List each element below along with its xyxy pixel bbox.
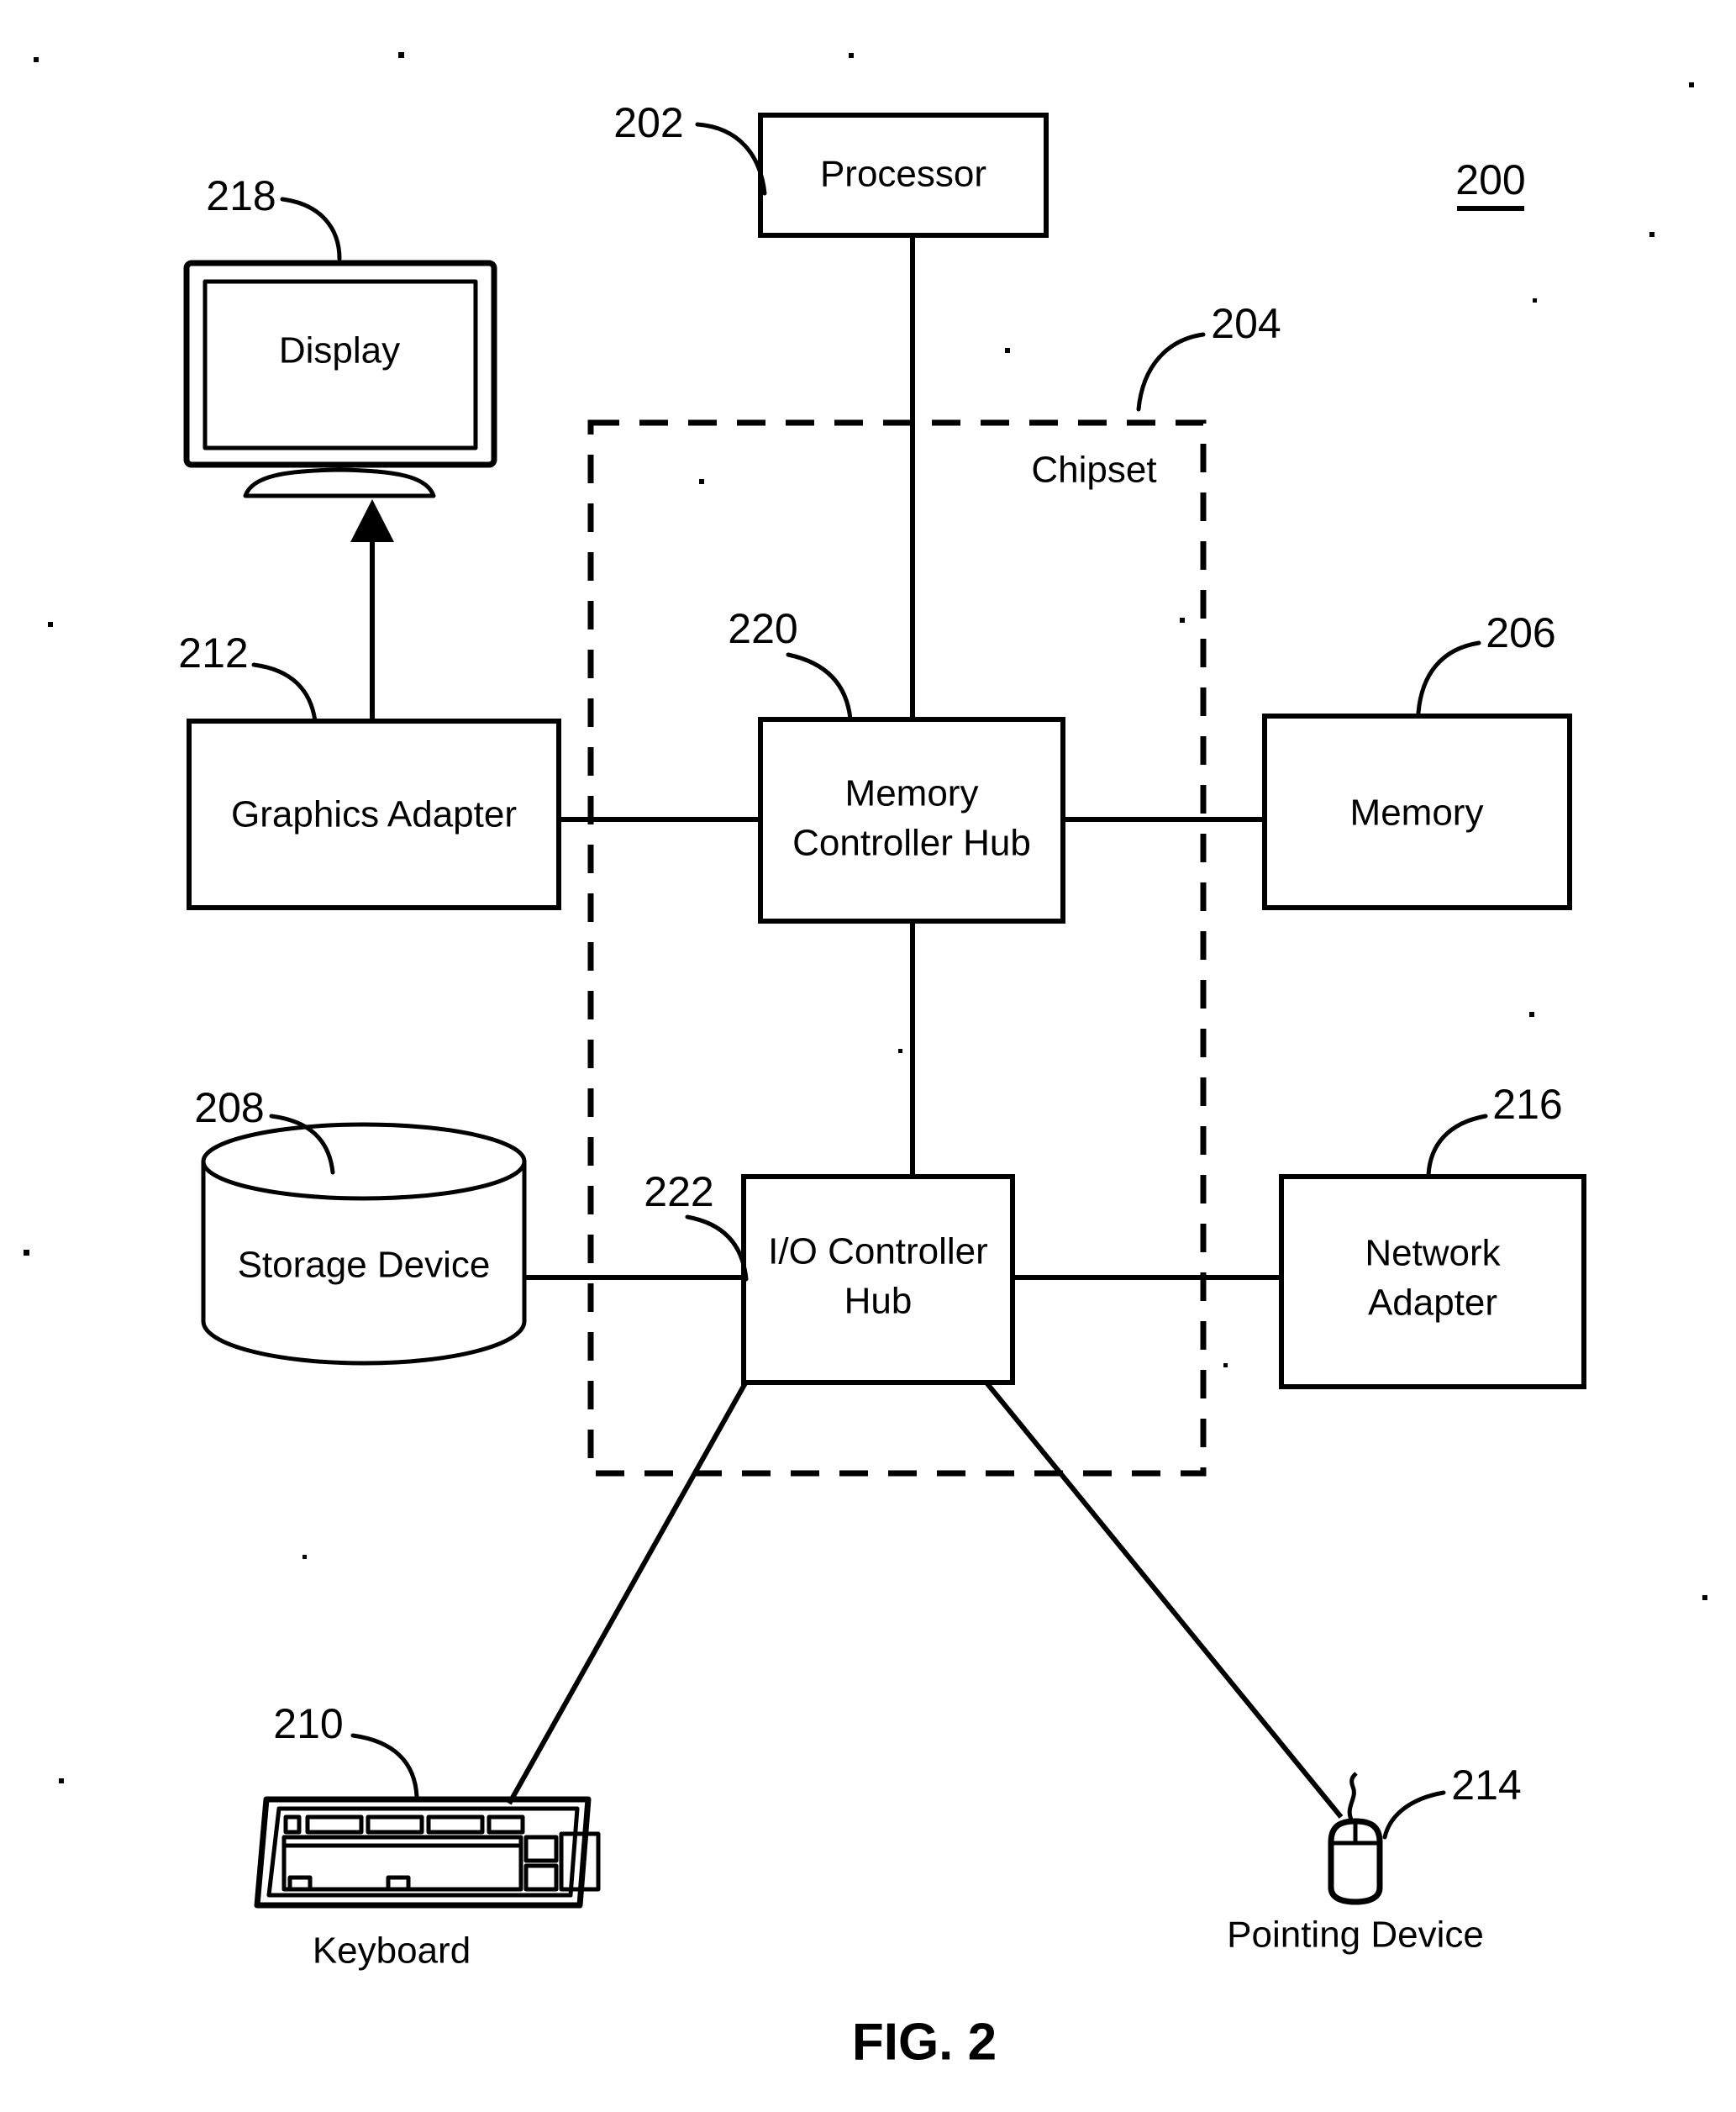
memory-label: Memory [1350, 793, 1484, 834]
block-storage-device[interactable]: Storage Device [201, 1122, 527, 1366]
memory-controller-hub-label-line2: Controller Hub [792, 823, 1031, 864]
keyboard-function-row [283, 1814, 525, 1835]
block-display[interactable]: Display [183, 260, 497, 498]
ref-210-group: 210 [273, 1700, 419, 1799]
io-controller-hub-label-line1: I/O Controller [768, 1231, 988, 1272]
ref-202-group: 202 [613, 99, 767, 196]
block-keyboard[interactable]: Keyboard [254, 1796, 601, 1972]
ref-218-group: 218 [206, 172, 342, 261]
network-adapter-label-line1: Network [1365, 1233, 1501, 1274]
ref-200: 200 [1455, 156, 1525, 203]
ref-222-group: 222 [644, 1168, 749, 1282]
ref-204: 204 [1211, 300, 1281, 347]
ref-212-group: 212 [178, 629, 318, 724]
arrowhead-to-display [350, 499, 394, 542]
ref-202: 202 [613, 99, 683, 146]
storage-device-label: Storage Device [238, 1245, 491, 1286]
pointing-device-cord [1347, 1772, 1358, 1823]
block-io-controller-hub[interactable]: I/O Controller Hub [741, 1174, 1015, 1385]
ref-214: 214 [1451, 1762, 1521, 1809]
keyboard-main-keys [281, 1835, 523, 1892]
memory-controller-hub-label-line1: Memory [845, 773, 979, 814]
graphics-adapter-label: Graphics Adapter [231, 794, 517, 835]
block-pointing-device[interactable]: Pointing Device [1227, 1772, 1484, 1956]
ref-206-group: 206 [1416, 609, 1556, 715]
ref-208: 208 [194, 1084, 264, 1131]
ref-218: 218 [206, 172, 276, 219]
block-memory-controller-hub[interactable]: Memory Controller Hub [758, 717, 1065, 924]
processor-label: Processor [820, 154, 986, 195]
leader-204 [1136, 332, 1206, 412]
leader-210 [350, 1733, 419, 1799]
storage-device-top [201, 1122, 527, 1201]
ref-220-group: 220 [728, 605, 853, 722]
ref-216: 216 [1492, 1081, 1562, 1128]
io-controller-hub-label-line2: Hub [844, 1281, 913, 1322]
io-controller-hub-box[interactable] [741, 1174, 1015, 1385]
figure-caption: FIG. 2 [852, 2013, 997, 2071]
keyboard-label: Keyboard [313, 1930, 471, 1972]
display-label: Display [279, 330, 400, 371]
line-ich-to-keyboard [507, 1380, 749, 1805]
ref-216-group: 216 [1426, 1081, 1563, 1177]
diagram-canvas: Processor 202 Chipset 204 Display 218 Gr… [24, 52, 1707, 2071]
ref-220: 220 [728, 605, 797, 652]
ref-222: 222 [644, 1168, 713, 1215]
block-graphics-adapter[interactable]: Graphics Adapter [187, 719, 561, 910]
leader-212 [251, 662, 318, 724]
line-ich-to-pointing-device [983, 1380, 1344, 1819]
pointing-device-label: Pointing Device [1227, 1914, 1484, 1956]
scan-specks [24, 52, 1707, 1783]
ref-204-group: 204 [1136, 300, 1281, 412]
leader-214 [1382, 1790, 1446, 1840]
leader-202 [695, 122, 767, 196]
leader-222 [685, 1214, 749, 1282]
block-memory[interactable]: Memory [1262, 714, 1572, 910]
ref-206: 206 [1486, 609, 1555, 656]
keyboard-nav-cluster [523, 1835, 559, 1892]
ref-214-group: 214 [1382, 1762, 1522, 1840]
leader-218 [280, 197, 342, 261]
figure-reference-200: 200 [1455, 156, 1526, 211]
memory-controller-hub-box[interactable] [758, 717, 1065, 924]
display-stand [243, 467, 436, 498]
ref-212: 212 [178, 629, 248, 677]
leader-220 [786, 652, 853, 722]
block-network-adapter[interactable]: Network Adapter [1279, 1174, 1586, 1389]
ref-210: 210 [273, 1700, 343, 1747]
leader-216 [1426, 1114, 1488, 1177]
block-processor[interactable]: Processor [758, 113, 1049, 238]
leader-206 [1416, 640, 1481, 715]
patent-figure-2: Processor 202 Chipset 204 Display 218 Gr… [0, 0, 1736, 2112]
chipset-label: Chipset [1031, 450, 1156, 491]
network-adapter-label-line2: Adapter [1368, 1282, 1497, 1324]
connection-lines [350, 235, 1344, 1819]
